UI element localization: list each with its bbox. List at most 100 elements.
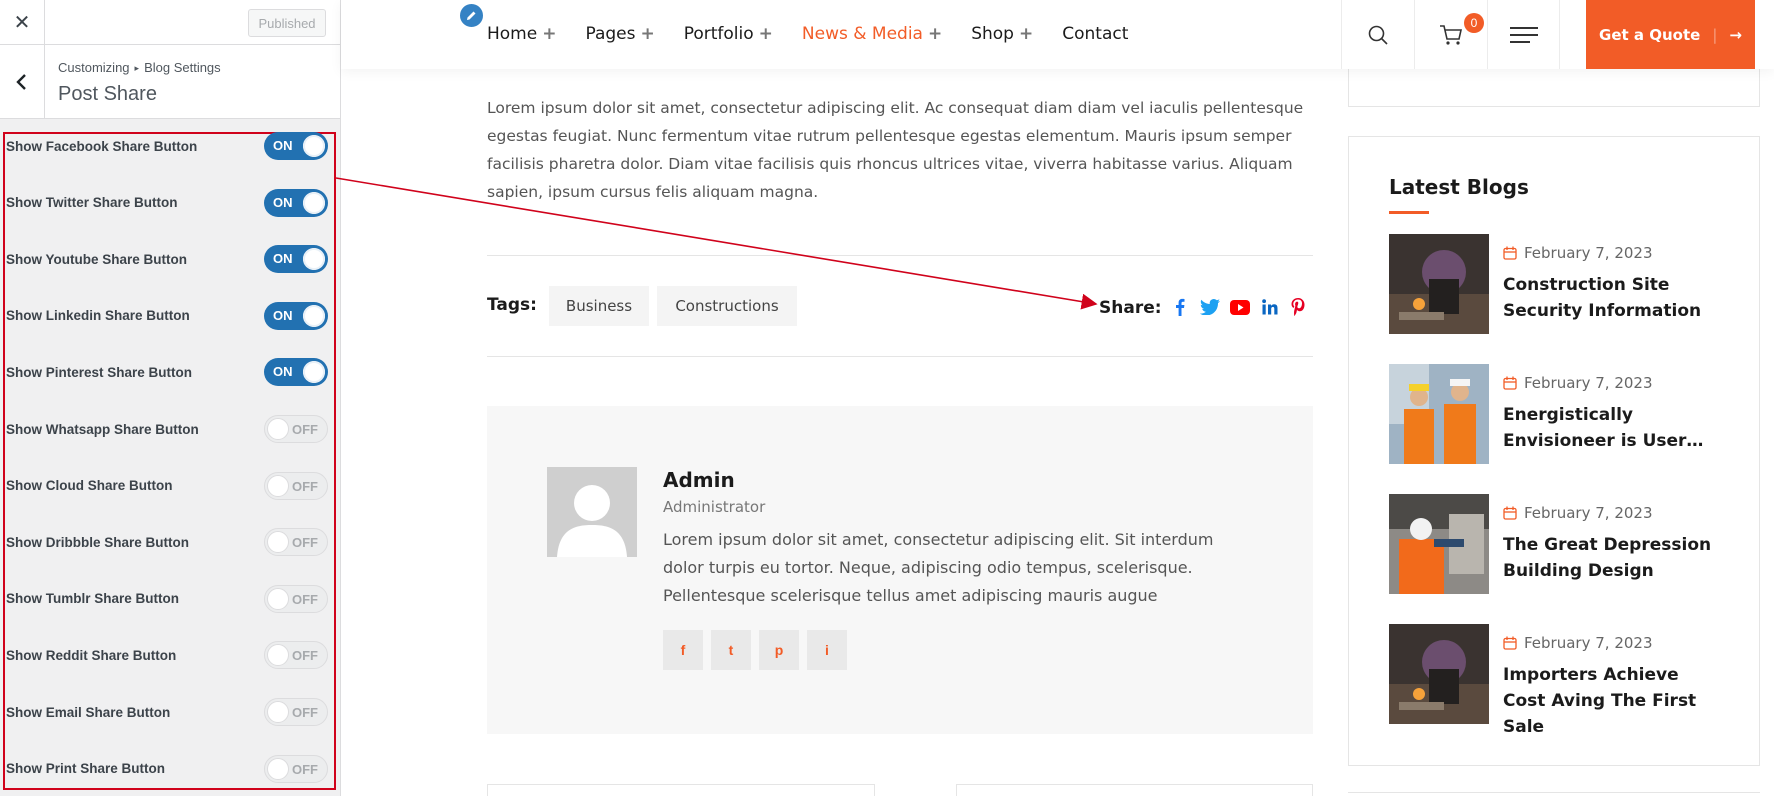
nav-item-news-media[interactable]: News & Media + — [802, 24, 942, 44]
email-share-toggle[interactable]: OFF — [264, 698, 328, 726]
close-icon[interactable]: ✕ — [0, 0, 45, 45]
post-thumbnail[interactable] — [1389, 234, 1489, 334]
post-title-link[interactable]: Construction Site Security Information — [1503, 272, 1713, 324]
control-dribbble-share: Show Dribbble Share Button OFF — [6, 527, 328, 557]
author-facebook-icon[interactable]: f — [663, 630, 703, 670]
linkedin-icon[interactable] — [1259, 296, 1281, 318]
hamburger-menu-icon[interactable] — [1487, 0, 1560, 69]
section-title: Post Share — [58, 83, 157, 105]
print-share-toggle[interactable]: OFF — [264, 754, 328, 783]
nav-item-label: Contact — [1062, 24, 1129, 44]
toggle-state: OFF — [292, 761, 318, 777]
post-thumbnail[interactable] — [1389, 624, 1489, 724]
toggle-state: OFF — [292, 422, 318, 437]
post-nav-card-prev[interactable] — [487, 784, 875, 796]
submenu-plus-icon: + — [542, 24, 557, 44]
toggle-knob — [303, 361, 325, 384]
tags-label: Tags: — [487, 295, 537, 315]
post-nav-card-next[interactable] — [956, 784, 1313, 796]
control-email-share: Show Email Share Button OFF — [6, 697, 328, 727]
submenu-plus-icon: + — [1018, 24, 1034, 44]
nav-item-label: Portfolio — [683, 24, 754, 44]
toggle-state: ON — [273, 307, 293, 323]
calendar-icon — [1503, 636, 1517, 650]
primary-menu: Home + Pages + Portfolio + News & Media + Shop + C… — [487, 24, 1157, 44]
toggle-state: ON — [273, 251, 293, 267]
author-pinterest-icon[interactable]: p — [759, 630, 799, 670]
share-controls-highlight — [3, 132, 336, 790]
author-twitter-icon[interactable]: t — [711, 630, 751, 670]
author-bio: Lorem ipsum dolor sit amet, consectetur … — [663, 530, 1214, 605]
toggle-knob — [303, 191, 325, 214]
toggle-knob — [267, 757, 289, 780]
nav-item-portfolio[interactable]: Portfolio + — [684, 24, 773, 44]
control-label: Show Linkedin Share Button — [6, 308, 190, 324]
blog-post-item[interactable]: February 7, 2023 Importers Achieve Cost A… — [1389, 624, 1749, 737]
youtube-icon[interactable] — [1227, 296, 1253, 318]
submenu-plus-icon: + — [640, 24, 655, 44]
control-label: Show Tumblr Share Button — [6, 591, 179, 607]
nav-item-home[interactable]: Home + — [487, 24, 556, 44]
facebook-icon[interactable] — [1169, 296, 1191, 318]
caret-right-icon: ▸ — [134, 63, 140, 73]
control-reddit-share: Show Reddit Share Button OFF — [6, 640, 328, 670]
author-instagram-icon[interactable]: i — [807, 630, 847, 670]
control-label: Show Reddit Share Button — [6, 647, 177, 663]
control-twitter-share: Show Twitter Share Button ON — [6, 188, 328, 218]
blog-post-item[interactable]: February 7, 2023 Construction Site Securi… — [1389, 234, 1749, 334]
pinterest-icon[interactable] — [1287, 296, 1309, 318]
nav-item-shop[interactable]: Shop + — [971, 24, 1033, 44]
customizer-panel: ✕ Published Customizing ▸ Blog Settings Po… — [0, 0, 341, 796]
post-thumbnail[interactable] — [1389, 494, 1489, 594]
tag-business[interactable]: Business — [549, 286, 649, 326]
post-title-link[interactable]: Importers Achieve Cost Aving The First S… — [1503, 662, 1713, 740]
post-date: February 7, 2023 — [1503, 504, 1653, 522]
customizer-header: ✕ Published — [0, 0, 340, 45]
post-title-link[interactable]: Energistically Envisioneer is User… — [1503, 402, 1713, 454]
blog-post-item[interactable]: February 7, 2023 Energistically Envisione… — [1389, 364, 1749, 464]
whatsapp-share-toggle[interactable]: OFF — [264, 415, 328, 443]
post-thumbnail[interactable] — [1389, 364, 1489, 464]
nav-item-pages[interactable]: Pages + — [585, 24, 654, 44]
toggle-state: OFF — [292, 648, 318, 664]
toggle-knob — [267, 474, 289, 497]
facebook-share-toggle[interactable]: ON — [264, 132, 328, 160]
site-preview: Home + Pages + Portfolio + News & Media + Shop + C… — [341, 0, 1774, 796]
cart-icon[interactable] — [1414, 0, 1487, 69]
sidebar-widget-next — [1348, 792, 1760, 796]
post-date-text: February 7, 2023 — [1524, 634, 1653, 652]
youtube-share-toggle[interactable]: ON — [264, 245, 328, 274]
control-label: Show Email Share Button — [6, 704, 171, 720]
control-facebook-share: Show Facebook Share Button ON — [6, 131, 328, 161]
toggle-state: OFF — [292, 535, 318, 551]
back-chevron-icon[interactable] — [0, 45, 45, 119]
post-title-link[interactable]: The Great Depression Building Design — [1503, 532, 1713, 584]
nav-item-contact[interactable]: Contact — [1062, 24, 1128, 44]
blog-post-item[interactable]: February 7, 2023 The Great Depression Bui… — [1389, 494, 1749, 594]
reddit-share-toggle[interactable]: OFF — [264, 641, 328, 670]
dribbble-share-toggle[interactable]: OFF — [264, 528, 328, 557]
section-header: Customizing ▸ Blog Settings Post Share — [0, 45, 340, 119]
tag-constructions[interactable]: Constructions — [657, 286, 797, 326]
tumblr-share-toggle[interactable]: OFF — [264, 584, 328, 613]
get-a-quote-label: Get a Quote — [1599, 25, 1701, 44]
published-button[interactable]: Published — [248, 9, 326, 37]
author-name: Admin — [663, 468, 735, 492]
edit-shortcut-pencil-icon[interactable] — [458, 2, 485, 29]
twitter-icon[interactable] — [1199, 296, 1221, 318]
twitter-share-toggle[interactable]: ON — [264, 188, 328, 217]
control-label: Show Dribbble Share Button — [6, 534, 190, 550]
cloud-share-toggle[interactable]: OFF — [264, 471, 328, 500]
search-icon[interactable] — [1341, 0, 1414, 69]
control-linkedin-share: Show Linkedin Share Button ON — [6, 301, 328, 331]
post-date-text: February 7, 2023 — [1524, 244, 1653, 262]
pinterest-share-toggle[interactable]: ON — [264, 358, 328, 387]
calendar-icon — [1503, 376, 1517, 390]
get-a-quote-button[interactable]: Get a Quote | → — [1586, 0, 1755, 69]
article-body: Lorem ipsum dolor sit amet, consectetur … — [487, 99, 1304, 201]
linkedin-share-toggle[interactable]: ON — [264, 301, 328, 330]
divider — [487, 255, 1313, 256]
toggle-knob — [267, 587, 289, 610]
control-label: Show Whatsapp Share Button — [6, 421, 199, 437]
calendar-icon — [1503, 506, 1517, 520]
